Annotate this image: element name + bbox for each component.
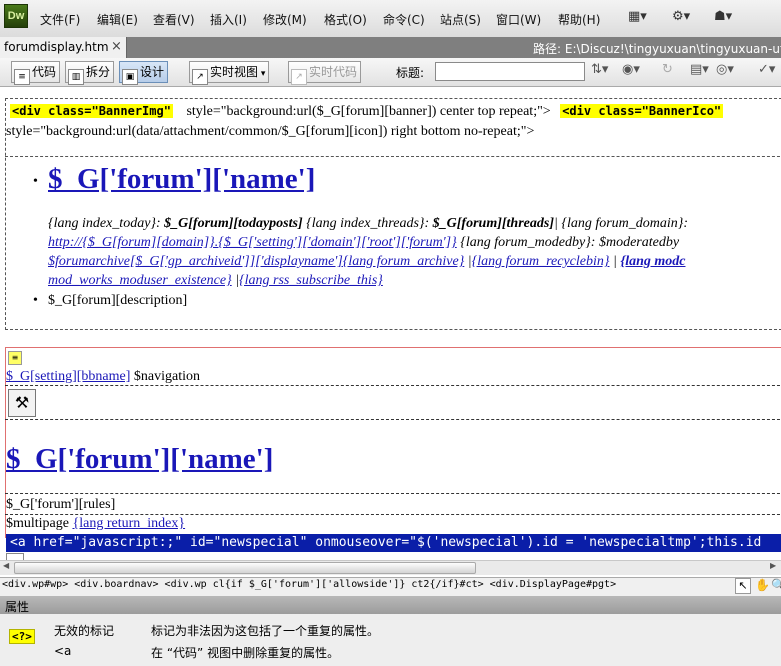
properties-panel — [0, 614, 781, 666]
rss-subscribe-link[interactable]: {lang rss_subscribe_this} — [239, 273, 383, 288]
div-tag-chip[interactable]: <div class="BannerImg" — [10, 104, 173, 118]
gear-icon[interactable]: ⚙▾ — [672, 9, 690, 24]
stats-line: $forumarchive[$_G['gp_archiveid']]['disp… — [48, 254, 686, 269]
code-view-button[interactable]: ≡ 代码 — [11, 61, 61, 85]
divider — [5, 493, 781, 494]
hand-tool-icon[interactable]: ✋ — [755, 578, 770, 592]
menu-format[interactable]: 格式(O) — [324, 11, 367, 28]
menu-window[interactable]: 窗口(W) — [496, 11, 541, 28]
divider — [5, 156, 781, 157]
tag-name: <a — [54, 644, 72, 658]
multipage-text: $multipage — [6, 516, 69, 531]
fix-hint: 在 “代码” 视图中删除重复的属性。 — [151, 646, 340, 660]
list-bullet: • — [33, 174, 38, 189]
properties-title: 属性 — [5, 600, 30, 614]
moderation-link[interactable]: {lang modc — [620, 254, 685, 269]
scrollbar-thumb[interactable] — [14, 562, 476, 574]
title-label: 标题: — [396, 66, 425, 80]
divider — [5, 514, 781, 515]
menu-site[interactable]: 站点(S) — [440, 11, 481, 28]
selected-anchor-element[interactable]: <a href="javascript:;" id="newspecial" o… — [6, 534, 781, 552]
menu-view[interactable]: 查看(V) — [153, 11, 195, 28]
pointer-tool-icon[interactable]: ↖ — [735, 578, 751, 594]
live-code-label: 实时代码 — [309, 65, 358, 79]
forum-archive-link[interactable]: $forumarchive[$_G['gp_archiveid']]['disp… — [48, 254, 464, 269]
banner-icon-style-text: style="background:url(data/attachment/co… — [6, 124, 535, 139]
properties-panel-header[interactable] — [0, 596, 781, 614]
recyclebin-link[interactable]: {lang forum_recyclebin} — [472, 254, 610, 269]
menu-commands[interactable]: 命令(C) — [383, 11, 425, 28]
return-index-link[interactable]: {lang return_index} — [73, 516, 186, 531]
divider — [5, 385, 781, 386]
file-management-icon[interactable]: ⇅▾ — [591, 62, 608, 77]
code-icon: ≡ — [14, 69, 30, 85]
stats-line: mod_works_moduser_existence} |{lang rss_… — [48, 273, 383, 288]
split-icon: ▥ — [68, 69, 84, 85]
design-view-button[interactable]: ▣ 设计 — [119, 61, 169, 85]
stats-line: http://{$_G[forum][domain]}.{$_G['settin… — [48, 235, 679, 251]
moderated-by-text: {lang forum_modedby}: $moderatedby — [460, 235, 680, 250]
moderation-link-cont[interactable]: mod_works_moduser_existence} — [48, 273, 232, 288]
plugin-placeholder-icon[interactable]: ⚒ — [8, 389, 36, 417]
split-view-button[interactable]: ▥ 拆分 — [65, 61, 115, 85]
stats-label: {lang index_threads}: — [306, 216, 430, 231]
code-view-label: 代码 — [32, 65, 57, 79]
div-tag-chip[interactable]: <div class="BannerIco" — [560, 104, 724, 118]
stats-value: $_G[forum][threads] — [432, 216, 554, 231]
forum-name-heading[interactable]: $_G['forum']['name'] — [48, 163, 315, 196]
site-icon[interactable]: ☗▾ — [714, 9, 732, 24]
menu-help[interactable]: 帮助(H) — [558, 11, 600, 28]
invalid-tag-icon: <?> — [9, 629, 35, 644]
list-bullet: • — [33, 293, 38, 308]
live-view-button[interactable]: ↗ 实时视图 ▾ — [189, 61, 270, 85]
menu-edit[interactable]: 编辑(E) — [97, 11, 138, 28]
document-tab-label[interactable]: forumdisplay.htm — [4, 40, 109, 54]
invalid-markup-label: 无效的标记 — [54, 624, 115, 638]
scroll-right-icon[interactable]: ▶ — [770, 561, 776, 570]
preview-browser-icon[interactable]: ◉▾ — [622, 62, 640, 77]
zoom-tool-icon[interactable]: 🔍 — [771, 578, 781, 592]
menu-insert[interactable]: 插入(I) — [210, 11, 247, 28]
selected-code-text: <a href="javascript:;" id="newspecial" o… — [10, 535, 762, 550]
navigation-text: $navigation — [133, 369, 201, 384]
divider — [5, 419, 781, 420]
layout-icon[interactable]: ▦▾ — [628, 9, 647, 24]
stats-line: {lang index_today}: $_G[forum][todaypost… — [48, 216, 688, 232]
close-icon[interactable]: × — [111, 39, 122, 54]
dreamweaver-logo: Dw — [4, 4, 28, 28]
forum-description: $_G[forum][description] — [48, 293, 188, 308]
forum-name-heading-2[interactable]: $_G['forum']['name'] — [6, 443, 273, 476]
check-page-icon[interactable]: ✓▾ — [758, 62, 775, 77]
design-icon: ▣ — [122, 69, 138, 85]
breadcrumb: $_G[setting][bbname] $navigation — [6, 369, 200, 385]
banner-line-1: <div class="BannerImg" style="background… — [10, 104, 724, 120]
live-view-icon: ↗ — [192, 69, 208, 85]
refresh-icon[interactable]: ↻ — [662, 62, 673, 77]
view-options-icon[interactable]: ▤▾ — [690, 62, 709, 77]
design-view-label: 设计 — [140, 65, 165, 79]
split-view-label: 拆分 — [86, 65, 111, 79]
banner-style-text: style="background:url($_G[forum][banner]… — [186, 104, 551, 119]
multipage-row: $multipage {lang return_index} — [6, 516, 185, 532]
stats-value: $_G[forum][todayposts] — [164, 216, 303, 231]
stats-label: {lang index_today}: — [48, 216, 161, 231]
live-code-icon: ↗ — [291, 69, 307, 85]
live-view-label: 实时视图 — [210, 65, 259, 79]
live-code-button[interactable]: ↗ 实时代码 — [288, 61, 362, 85]
tag-selector[interactable]: <div.wp#wp> <div.boardnav> <div.wp cl{if… — [2, 579, 616, 590]
forum-rules: $_G['forum'][rules] — [6, 497, 116, 512]
script-marker-icon[interactable]: ≡ — [8, 351, 22, 365]
menu-modify[interactable]: 修改(M) — [263, 11, 307, 28]
scroll-left-icon[interactable]: ◀ — [3, 561, 9, 570]
error-message: 标记为非法因为这包括了一个重复的属性。 — [151, 624, 380, 638]
file-path: 路径: E:\Discuz!\tingyuxuan\tingyuxuan-utf… — [533, 42, 781, 56]
title-input[interactable] — [435, 62, 585, 81]
forum-domain-link[interactable]: http://{$_G[forum][domain]}.{$_G['settin… — [48, 235, 457, 250]
visual-aids-icon[interactable]: ◎▾ — [716, 62, 734, 77]
stats-label: | {lang forum_domain}: — [554, 216, 689, 231]
menu-file[interactable]: 文件(F) — [40, 11, 80, 28]
bbname-link[interactable]: $_G[setting][bbname] — [6, 369, 130, 384]
